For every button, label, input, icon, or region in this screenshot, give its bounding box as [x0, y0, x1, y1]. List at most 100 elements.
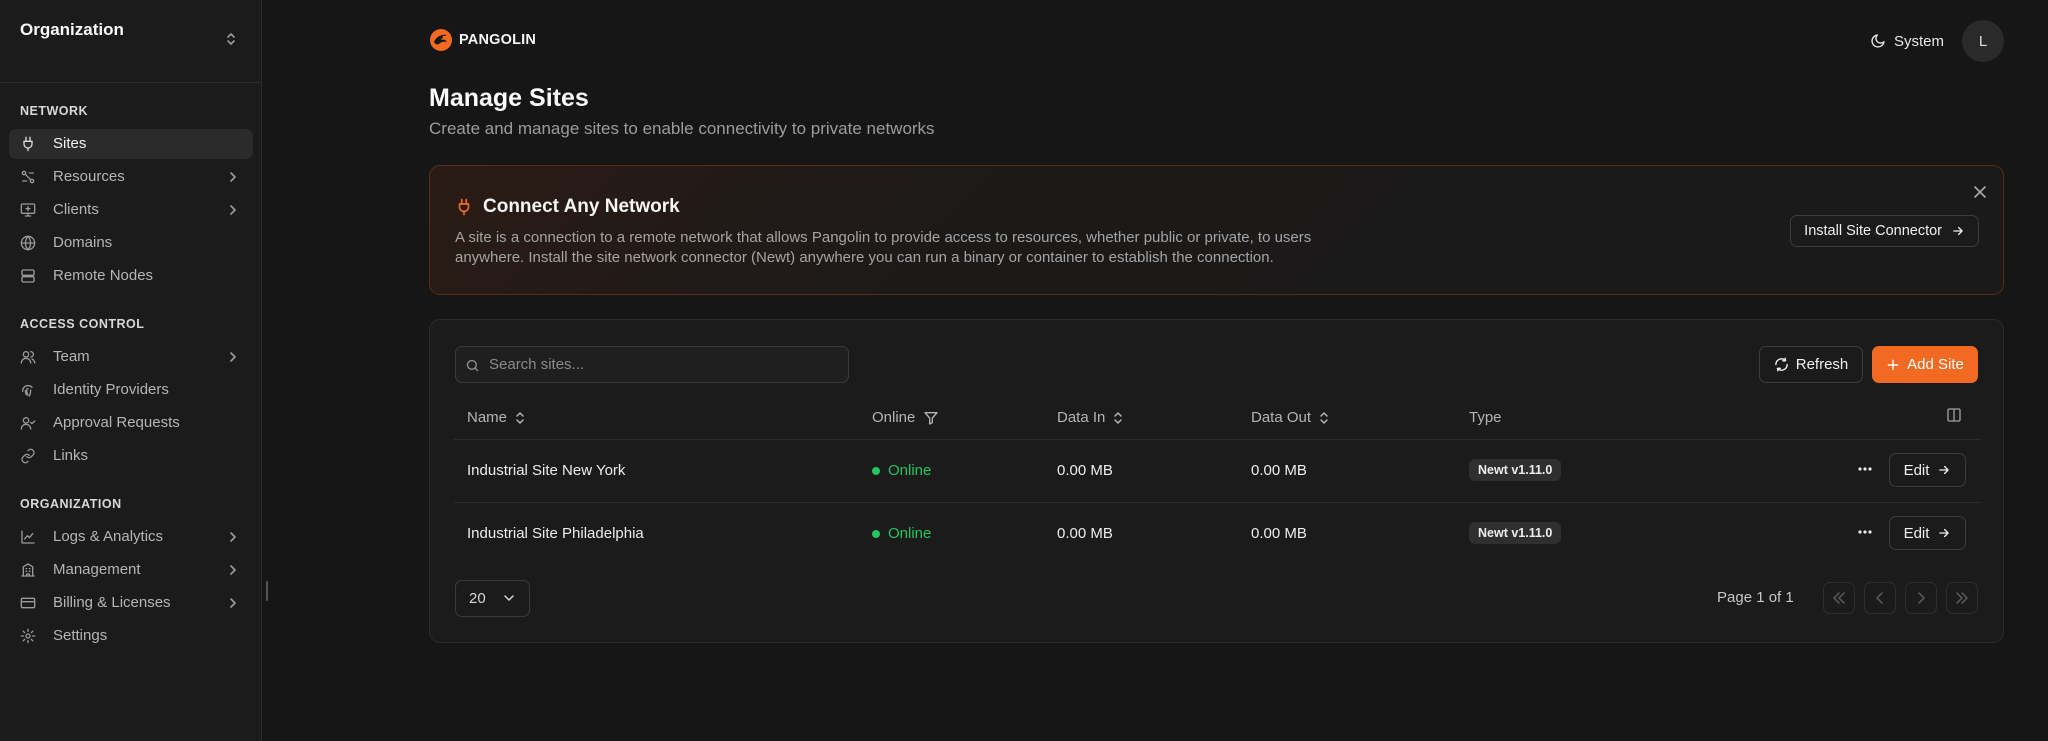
sidebar-resize-handle[interactable] [266, 581, 268, 601]
brand-logo[interactable]: PANGOLIN [429, 28, 536, 52]
sidebar-item-label: Billing & Licenses [53, 594, 171, 611]
button-label: Add Site [1907, 356, 1964, 373]
plus-icon [1886, 358, 1900, 372]
edit-button[interactable]: Edit [1889, 516, 1966, 550]
users-icon [20, 349, 36, 365]
sort-icon [515, 411, 525, 425]
sidebar-item-label: Team [53, 348, 90, 365]
arrow-right-icon [1937, 463, 1951, 477]
waypoints-icon [20, 169, 36, 185]
chevron-right-icon [229, 597, 237, 609]
globe-icon [20, 235, 36, 251]
monitor-icon [20, 202, 36, 218]
sidebar-item-management[interactable]: Management [9, 555, 253, 585]
link-icon [20, 448, 36, 464]
edit-button[interactable]: Edit [1889, 453, 1966, 487]
sidebar-item-label: Domains [53, 234, 113, 251]
sidebar-item-remote-nodes[interactable]: Remote Nodes [9, 261, 253, 291]
sidebar-item-billing[interactable]: Billing & Licenses [9, 588, 253, 618]
button-label: Edit [1903, 461, 1930, 479]
sidebar-item-label: Links [53, 447, 89, 464]
data-out-value: 0.00 MB [1251, 462, 1307, 479]
data-out-value: 0.00 MB [1251, 525, 1307, 542]
column-header-online[interactable]: Online [872, 409, 939, 426]
status-dot [872, 466, 880, 475]
sidebar-item-resources[interactable]: Resources [9, 162, 253, 192]
page-size-select[interactable]: 20 [455, 580, 530, 617]
sidebar-item-identity-providers[interactable]: Identity Providers [9, 375, 253, 405]
button-label: Install Site Connector [1804, 223, 1942, 239]
org-name: Organization [20, 20, 124, 39]
sidebar-item-logs[interactable]: Logs & Analytics [9, 522, 253, 552]
add-site-button[interactable]: Add Site [1872, 346, 1978, 383]
chevrons-left-icon [1832, 592, 1846, 604]
refresh-icon [1774, 357, 1789, 372]
gear-icon [20, 628, 36, 644]
sidebar: Organization NETWORK Sites Resources Cli… [0, 0, 262, 741]
plug-icon [20, 136, 36, 152]
column-label: Type [1469, 409, 1502, 426]
section-organization: ORGANIZATION [20, 497, 122, 511]
sidebar-item-label: Logs & Analytics [53, 528, 164, 545]
refresh-button[interactable]: Refresh [1759, 346, 1863, 383]
first-page-button[interactable] [1823, 582, 1855, 614]
sidebar-item-links[interactable]: Links [9, 441, 253, 471]
chart-line-icon [20, 529, 36, 545]
section-access-control: ACCESS CONTROL [20, 317, 145, 331]
chevron-right-icon [229, 564, 237, 576]
main-content: PANGOLIN System L Manage Sites Create an… [429, 0, 2004, 741]
site-name[interactable]: Industrial Site New York [467, 462, 625, 479]
page-size-value: 20 [469, 590, 486, 607]
column-header-type: Type [1469, 409, 1502, 426]
filter-icon [923, 410, 939, 426]
chevron-right-icon [229, 351, 237, 363]
sidebar-item-domains[interactable]: Domains [9, 228, 253, 258]
last-page-button[interactable] [1946, 582, 1978, 614]
search-box [455, 346, 849, 383]
site-name[interactable]: Industrial Site Philadelphia [467, 525, 644, 542]
search-icon [465, 358, 480, 373]
banner-description: A site is a connection to a remote netwo… [455, 229, 1312, 266]
status-badge: Online [872, 462, 931, 479]
column-header-data-out[interactable]: Data Out [1251, 409, 1329, 426]
chevron-right-icon [229, 204, 237, 216]
sidebar-item-settings[interactable]: Settings [9, 621, 253, 651]
sidebar-item-label: Remote Nodes [53, 267, 154, 284]
theme-toggle-button[interactable]: System [1870, 33, 1944, 50]
next-page-button[interactable] [1905, 582, 1937, 614]
sidebar-item-label: Sites [53, 135, 87, 152]
page-info: Page 1 of 1 [1717, 589, 1794, 606]
status-badge: Online [872, 525, 931, 542]
avatar[interactable]: L [1962, 20, 2004, 62]
close-icon[interactable] [1974, 186, 1986, 198]
user-check-icon [20, 415, 36, 431]
data-in-value: 0.00 MB [1057, 462, 1113, 479]
search-input[interactable] [489, 347, 839, 382]
install-site-connector-button[interactable]: Install Site Connector [1790, 215, 1979, 247]
chevrons-up-down-icon[interactable] [225, 31, 237, 47]
sidebar-item-sites[interactable]: Sites [9, 129, 253, 159]
status-label: Online [888, 525, 932, 542]
columns-toggle-icon[interactable] [1946, 407, 1962, 423]
header-divider [454, 439, 1981, 440]
more-horizontal-icon[interactable] [1857, 459, 1873, 479]
sidebar-item-clients[interactable]: Clients [9, 195, 253, 225]
button-label: Refresh [1795, 356, 1849, 373]
type-badge: Newt v1.11.0 [1469, 522, 1562, 544]
sidebar-item-label: Clients [53, 201, 99, 218]
row-divider [454, 502, 1981, 503]
column-label: Online [872, 409, 916, 426]
column-header-name[interactable]: Name [467, 409, 525, 426]
more-horizontal-icon[interactable] [1857, 522, 1873, 542]
sidebar-item-label: Approval Requests [53, 414, 180, 431]
sidebar-item-approval-requests[interactable]: Approval Requests [9, 408, 253, 438]
pangolin-logo-icon [430, 29, 452, 51]
chevron-down-icon [503, 595, 514, 602]
column-header-data-in[interactable]: Data In [1057, 409, 1123, 426]
sort-icon [1319, 411, 1329, 425]
column-label: Data In [1057, 409, 1106, 426]
connect-network-banner: Connect Any Network A site is a connecti… [429, 165, 2004, 295]
sidebar-item-team[interactable]: Team [9, 342, 253, 372]
previous-page-button[interactable] [1864, 582, 1896, 614]
chevron-left-icon [1876, 592, 1884, 604]
